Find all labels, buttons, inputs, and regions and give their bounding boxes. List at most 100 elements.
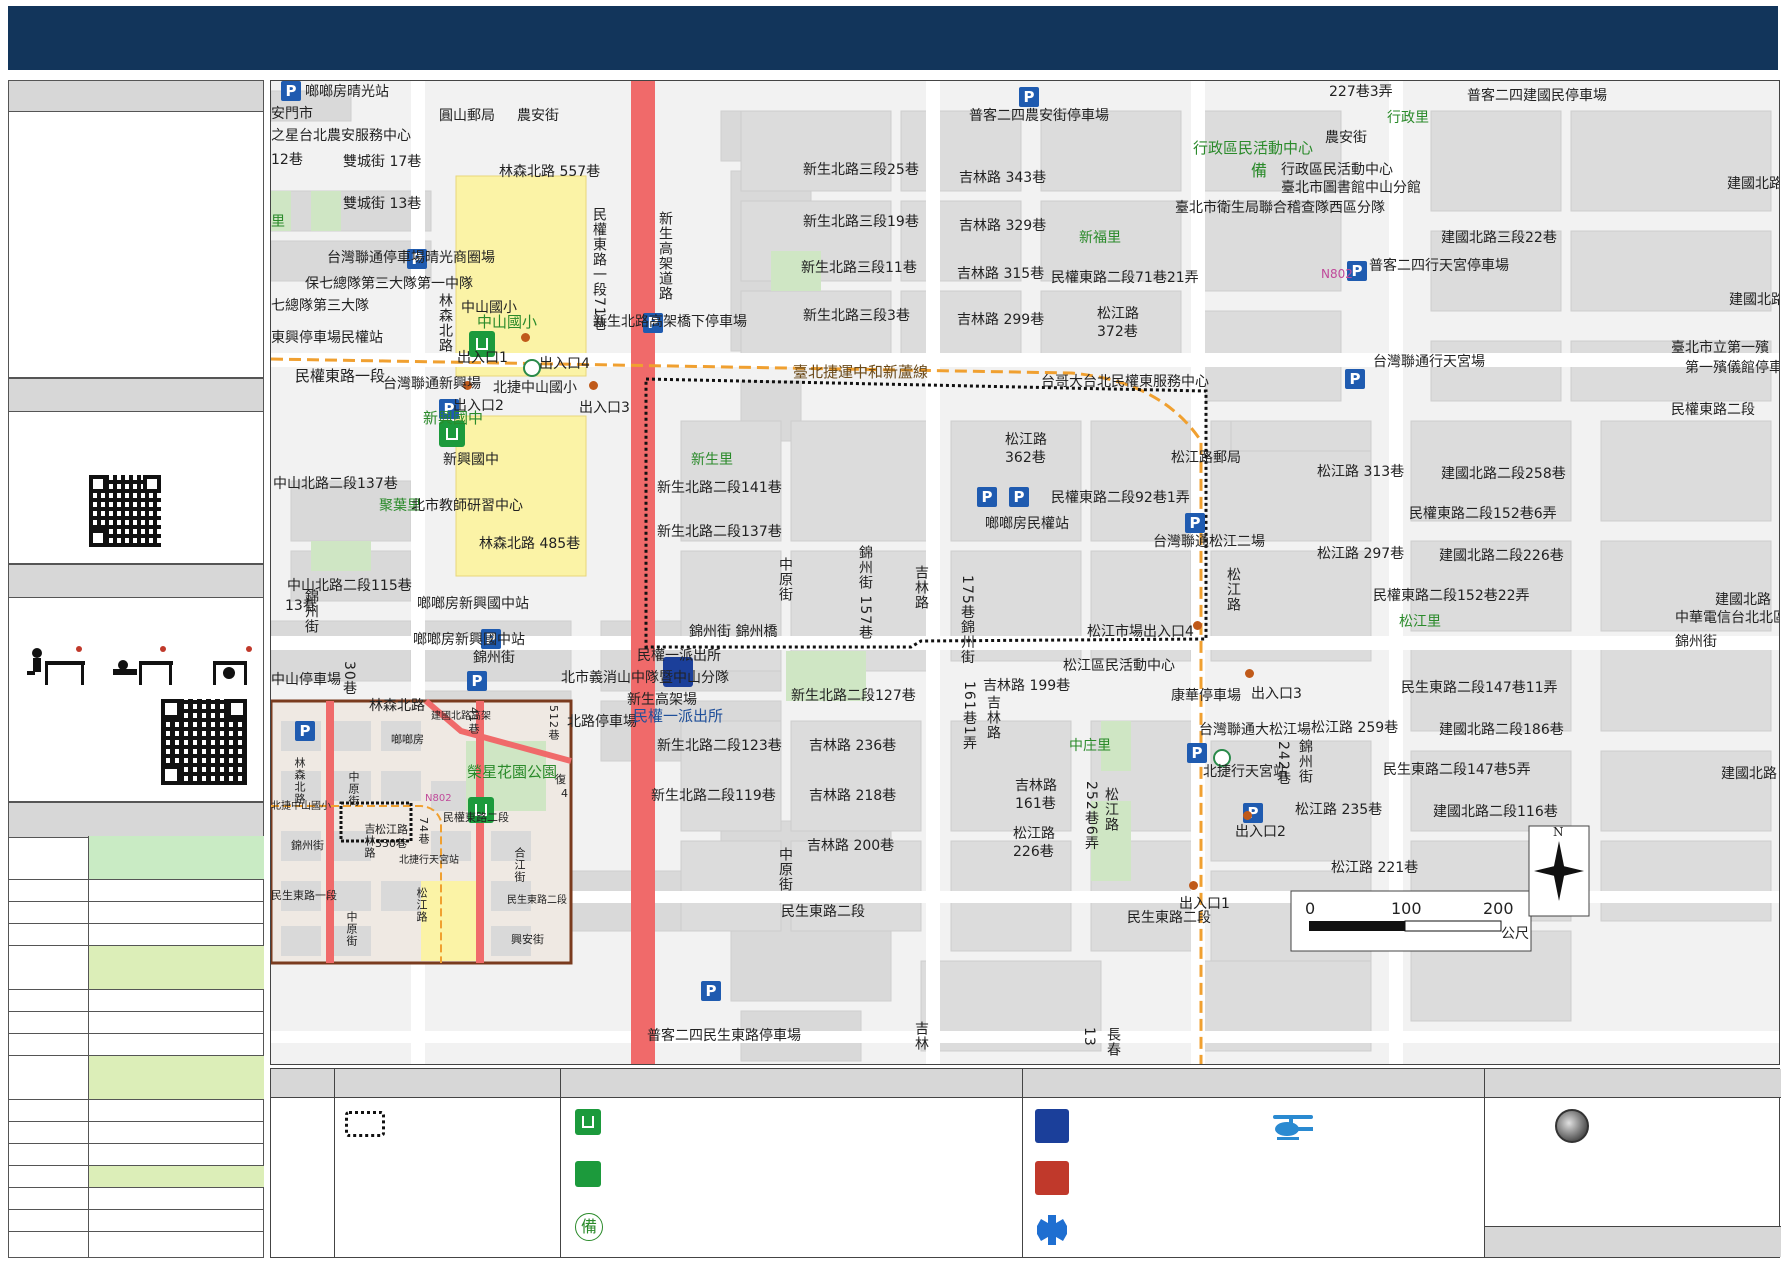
map-label: 台灣聯通行天宮場 — [1373, 354, 1485, 370]
map-label: 台灣聯通新興場 — [383, 376, 481, 392]
table-row — [8, 1210, 264, 1232]
legend-col-emergency — [1023, 1069, 1485, 1257]
table-row — [8, 1100, 264, 1122]
map-label: 啷啷房新興國中站 — [417, 596, 529, 612]
map-label: 新生北路三段19巷 — [803, 214, 919, 230]
map-label: 台灣聯通停車場晴光商圈場 — [327, 250, 495, 266]
legend-col-shelters: 備 — [561, 1069, 1023, 1257]
inset-label: 4 — [561, 787, 568, 800]
map-label: 雙城街 13巷 — [343, 196, 422, 212]
map-label: 227巷3弄 — [1329, 84, 1393, 100]
parking-icon[interactable]: P — [1009, 487, 1029, 507]
scale-label-max: 200 — [1483, 899, 1514, 918]
map-label: 中原街 — [777, 847, 793, 892]
inset-label: 建國北路高架 — [431, 711, 491, 722]
inset-label: 合江街 — [513, 847, 526, 883]
parking-icon[interactable]: P — [1185, 513, 1205, 533]
exit-dot — [1243, 811, 1252, 820]
legend-panel: 備 — [270, 1068, 1781, 1258]
map-label: 新生北路二段137巷 — [657, 524, 782, 540]
map-label: 北市教師研習中心 — [411, 498, 523, 514]
map-label: 226巷 — [1013, 844, 1054, 860]
map-label: 民權東路二段 — [1671, 402, 1755, 418]
map-label: 北捷中山國小 — [493, 380, 577, 396]
map-label: 建國北路二段186巷 — [1439, 722, 1564, 738]
map-label: 新生北路三段25巷 — [803, 162, 919, 178]
map-label: 松江路 — [1013, 826, 1055, 842]
parking-icon[interactable]: P — [467, 671, 487, 691]
map-label: 民權東路二段71巷21弄 — [1051, 270, 1199, 286]
map-label: 民生東路二段147巷5弄 — [1383, 762, 1531, 778]
info-panel — [8, 80, 264, 378]
parking-icon[interactable]: P — [295, 721, 315, 741]
map-label: 242巷 — [1275, 741, 1291, 786]
map-label: 新生北路二段141巷 — [657, 480, 782, 496]
map-label: 第一殯儀館停車 — [1685, 360, 1780, 376]
map-label: 民權東路一段 — [295, 367, 386, 385]
map-label: 松江路 — [1225, 567, 1241, 612]
map-label: 建國北路三段22巷 — [1441, 230, 1557, 246]
map-label: 臺北市立第一殯 — [1671, 340, 1769, 356]
helicopter-icon — [1273, 1115, 1313, 1140]
map-label: 林森北路 — [437, 293, 453, 353]
map-label: 安門市 — [271, 106, 313, 122]
map-label: 建國北路 — [1727, 176, 1780, 192]
map-label: 松江路 313巷 — [1317, 464, 1405, 480]
parking-icon[interactable]: P — [1187, 743, 1207, 763]
map-label: 吉林路 — [913, 565, 929, 610]
map-label: 臺北市圖書館中山分館 — [1281, 180, 1421, 196]
map-label: 民生東路二段 — [781, 904, 865, 920]
parking-icon[interactable]: P — [1345, 369, 1365, 389]
map-label: 出入口3 — [1251, 686, 1302, 702]
parking-icon[interactable]: P — [1019, 87, 1039, 107]
map-label: 錦州街 — [1297, 739, 1313, 784]
map-label: 中山國小 — [477, 313, 538, 331]
table-row — [8, 1034, 264, 1056]
inset-label: N802 — [425, 793, 452, 804]
map-label: 吉林路 200巷 — [807, 838, 895, 854]
map-label: 161巷 — [1015, 796, 1056, 812]
map-label: 松江路 221巷 — [1331, 860, 1419, 876]
map-label: 中華電信台北北區 — [1675, 610, 1780, 626]
map-label: 普客二四農安街停車場 — [969, 108, 1109, 124]
map-label: 吉林路 — [985, 695, 1001, 740]
map-label: 新生北路二段119巷 — [651, 788, 776, 804]
map-label: 松江路 235巷 — [1295, 802, 1383, 818]
map-label: 新生里 — [691, 452, 733, 468]
safety-qr-code[interactable] — [161, 699, 247, 785]
medical-icon — [1037, 1215, 1067, 1245]
map-label: 林森北路 485巷 — [479, 536, 581, 552]
indoor-shelter-icon — [575, 1109, 601, 1135]
map-label: 建國北路 — [1715, 592, 1771, 608]
map-label: 新興國中 — [423, 409, 484, 427]
table-row — [8, 1188, 264, 1210]
map-label: 吉林路 315巷 — [957, 266, 1045, 282]
qr-code[interactable] — [89, 475, 161, 547]
map-label: 林森北路 — [369, 698, 425, 714]
map-label: 啷啷房晴光站 — [305, 84, 389, 100]
parking-icon[interactable]: P — [281, 81, 301, 101]
map-label: 里 — [271, 214, 285, 230]
map-label: 建國北路二段116巷 — [1433, 804, 1558, 820]
scale-label-zero: 0 — [1305, 899, 1316, 918]
map-view[interactable]: P P P P P P P P P P P P P P P P 啷啷房晴光站 安… — [270, 80, 1780, 1065]
metro-line-label: 臺北捷運中和新蘆線 — [793, 363, 929, 381]
map-label: 吉林路 299巷 — [957, 312, 1045, 328]
map-label: 松江路 — [1097, 306, 1139, 322]
map-label: 吉林路 218巷 — [809, 788, 897, 804]
inset-label: 北捷行天宮站 — [399, 855, 459, 866]
parking-icon[interactable]: P — [977, 487, 997, 507]
map-label: 農安街 — [517, 108, 559, 124]
map-label: 建國北路二段226巷 — [1439, 548, 1564, 564]
map-label: 民權東路二段152巷22弄 — [1373, 588, 1530, 604]
scale-unit: 公尺 — [1501, 926, 1529, 942]
parking-icon[interactable]: P — [701, 981, 721, 1001]
qr-panel-header — [9, 379, 263, 412]
map-label: 松江路 297巷 — [1317, 546, 1405, 562]
map-label: 出入口2 — [1235, 824, 1286, 840]
exit-dot — [1189, 881, 1198, 890]
map-label: 圓山郵局 — [439, 108, 495, 124]
map-label: 普客二四民生東路停車場 — [647, 1028, 801, 1044]
inset-label: 民生東路一段 — [271, 889, 337, 902]
map-label: 民權東路二段92巷1弄 — [1051, 490, 1190, 506]
